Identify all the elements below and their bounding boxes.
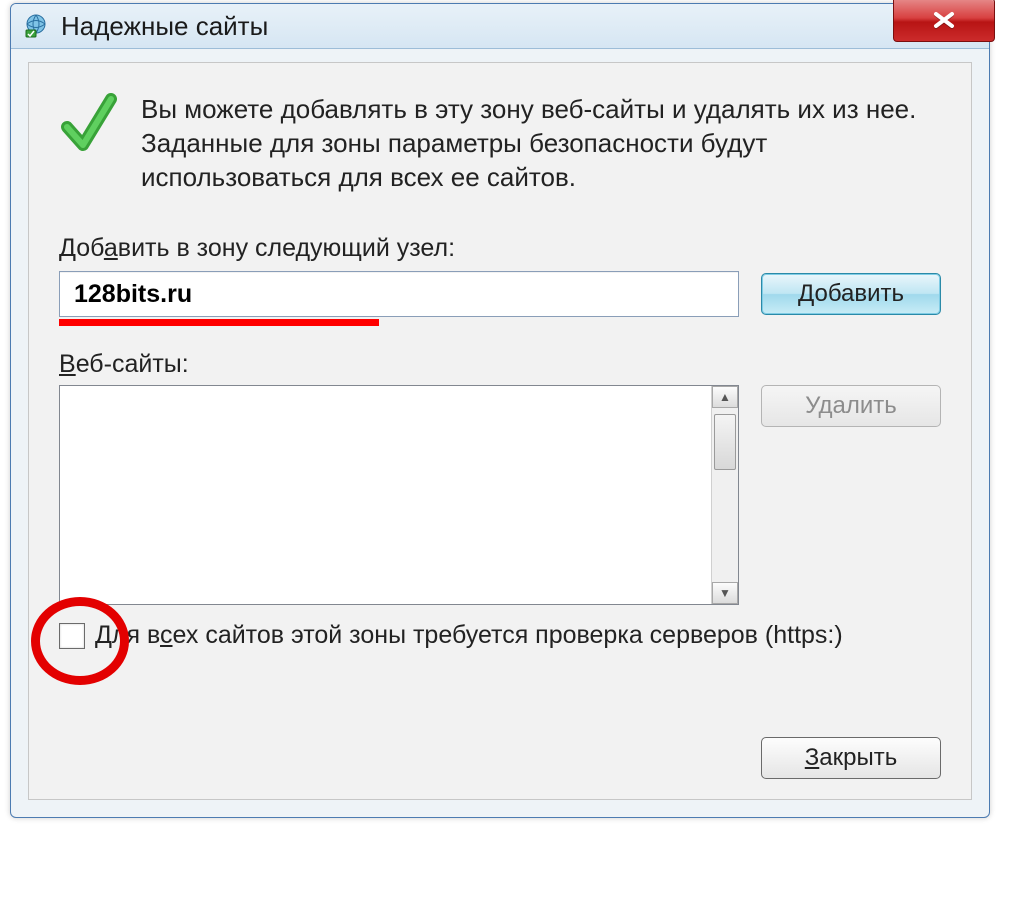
https-checkbox-label: Для всех сайтов этой зоны требуется пров…: [95, 621, 843, 650]
label-mnemonic: с: [160, 621, 173, 649]
label-part: вить в зону следующий узел:: [118, 234, 455, 262]
add-button[interactable]: Добавить: [761, 273, 941, 315]
label-part: ех сайтов этой зоны требуется проверка с…: [173, 621, 843, 649]
close-button[interactable]: [893, 0, 995, 42]
label-mnemonic: а: [104, 234, 118, 262]
websites-listbox[interactable]: ▲ ▼: [59, 385, 739, 605]
scroll-thumb[interactable]: [714, 414, 736, 470]
label-mnemonic: З: [805, 744, 820, 771]
https-check-row: Для всех сайтов этой зоны требуется пров…: [59, 621, 941, 650]
label-part: акрыть: [819, 744, 897, 771]
window-title: Надежные сайты: [61, 11, 268, 42]
close-dialog-button[interactable]: Закрыть: [761, 737, 941, 779]
scroll-up-button[interactable]: ▲: [712, 386, 738, 408]
trusted-sites-dialog: Надежные сайты Вы можете добавлять в эту…: [10, 3, 990, 818]
remove-button: Удалить: [761, 385, 941, 427]
label-mnemonic: В: [59, 350, 76, 378]
intro-section: Вы можете добавлять в эту зону веб-сайты…: [59, 93, 941, 194]
dialog-content: Вы можете добавлять в эту зону веб-сайты…: [28, 62, 972, 800]
scroll-down-button[interactable]: ▼: [712, 582, 738, 604]
titlebar: Надежные сайты: [11, 4, 989, 49]
add-site-section: Добавить в зону следующий узел: Добавить: [59, 234, 941, 326]
scrollbar[interactable]: ▲ ▼: [711, 386, 738, 604]
label-part: Доб: [59, 234, 104, 262]
checkmark-icon: [59, 93, 119, 163]
annotation-underline: [59, 319, 379, 326]
label-part: еб-сайты:: [76, 350, 189, 378]
websites-section: Веб-сайты: ▲ ▼ Удалить: [59, 350, 941, 605]
intro-text: Вы можете добавлять в эту зону веб-сайты…: [141, 93, 941, 194]
add-site-label: Добавить в зону следующий узел:: [59, 234, 941, 263]
close-icon: [931, 10, 957, 30]
globe-icon: [21, 11, 51, 41]
add-site-input[interactable]: [59, 271, 739, 317]
websites-label: Веб-сайты:: [59, 350, 941, 379]
https-checkbox[interactable]: [59, 623, 85, 649]
